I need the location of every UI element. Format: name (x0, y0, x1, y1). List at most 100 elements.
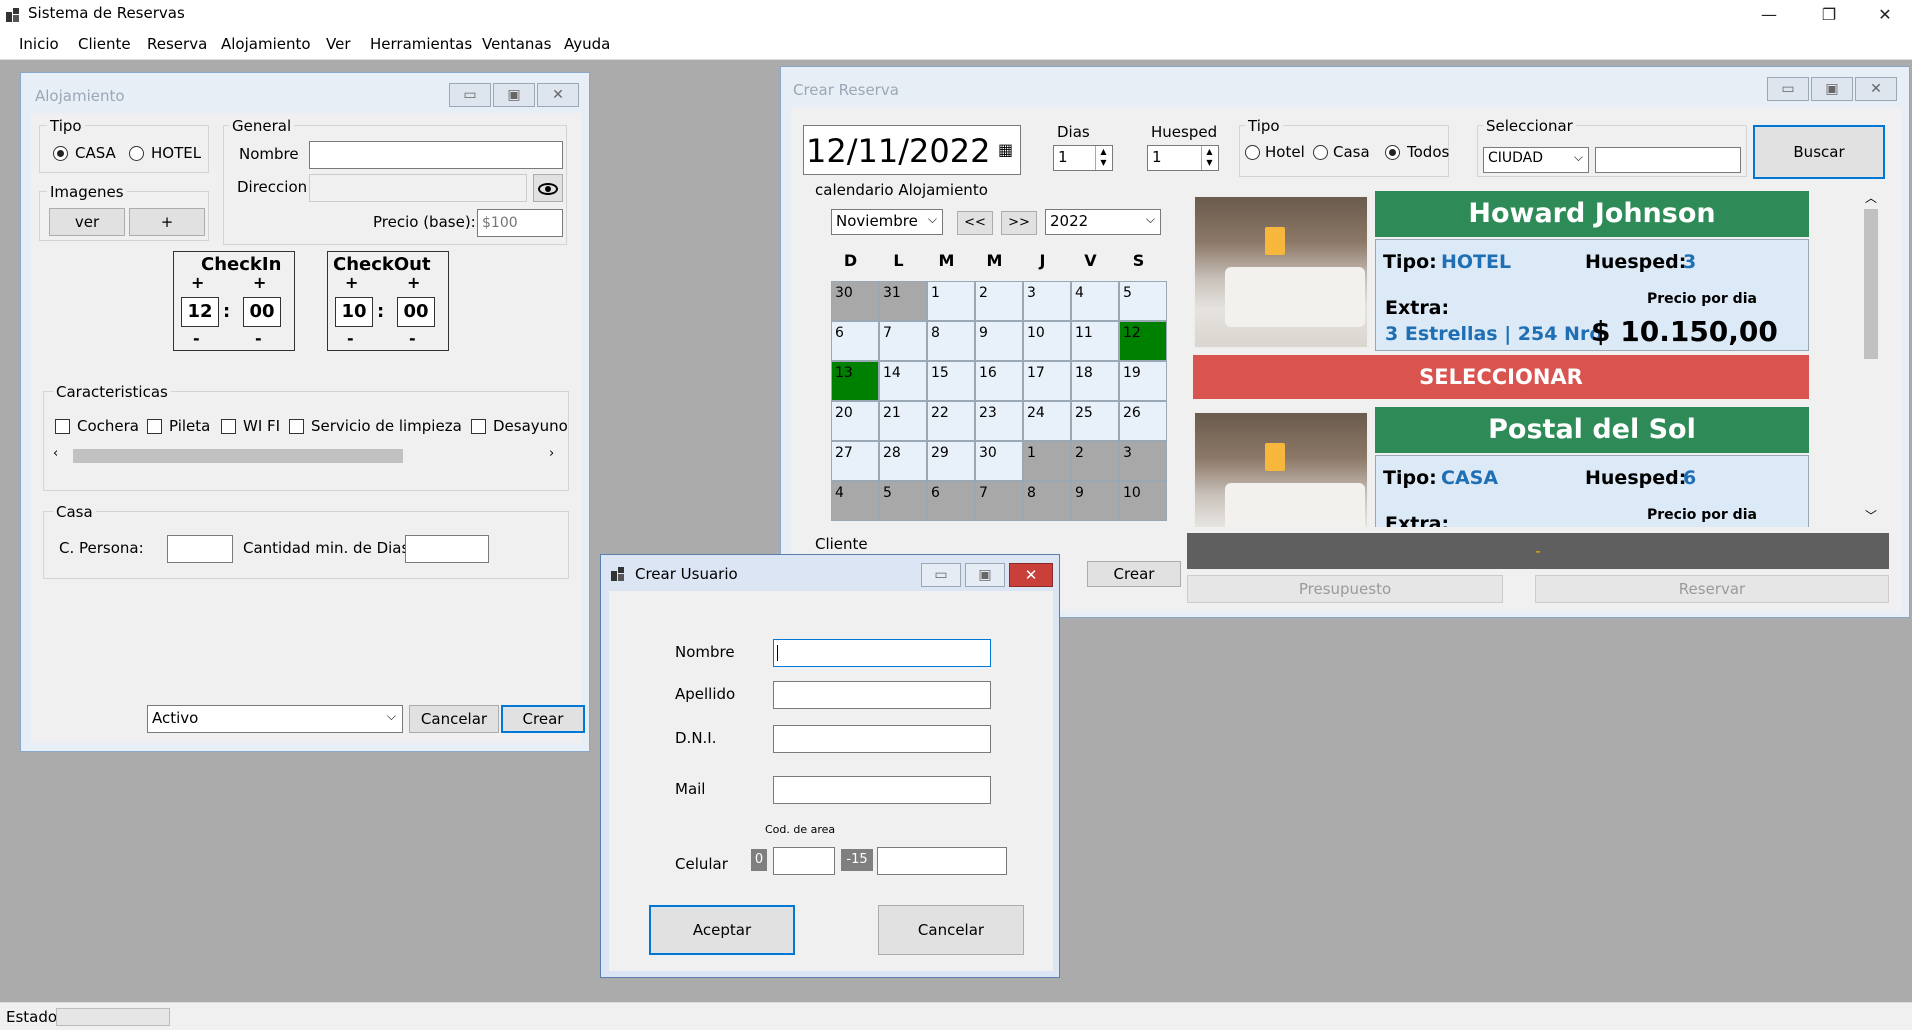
calendar-day[interactable]: 13 (831, 361, 879, 401)
calendar-day[interactable]: 23 (975, 401, 1023, 441)
menu-ventanas[interactable]: Ventanas (482, 35, 551, 53)
desayuno-checkbox[interactable] (471, 419, 486, 434)
calendar-day[interactable]: 2 (975, 281, 1023, 321)
calendar-day[interactable]: 2 (1071, 441, 1119, 481)
next-month-button[interactable]: >> (1001, 211, 1037, 235)
nombre-input[interactable] (773, 639, 991, 667)
calendar-day[interactable]: 15 (927, 361, 975, 401)
calendar-day[interactable]: 5 (879, 481, 927, 521)
reservar-button[interactable]: Reservar (1535, 575, 1889, 603)
calendar-day[interactable]: 5 (1119, 281, 1167, 321)
c-persona-input[interactable] (167, 535, 233, 563)
celular-input[interactable] (877, 847, 1007, 875)
minimize-button[interactable]: — (1746, 0, 1792, 30)
minimize-button[interactable]: ▭ (921, 563, 961, 587)
fecha-picker[interactable]: 12/11/2022 ▦ (803, 125, 1021, 175)
calendar-day[interactable]: 4 (831, 481, 879, 521)
calendar-day[interactable]: 30 (975, 441, 1023, 481)
calendar-day[interactable]: 30 (831, 281, 879, 321)
calendar-day[interactable]: 21 (879, 401, 927, 441)
cochera-checkbox[interactable] (55, 419, 70, 434)
calendar-day[interactable]: 22 (927, 401, 975, 441)
presupuesto-button[interactable]: Presupuesto (1187, 575, 1503, 603)
calendar-day[interactable]: 17 (1023, 361, 1071, 401)
checkin-hour-down[interactable]: - (193, 329, 200, 348)
close-button[interactable]: ✕ (1862, 0, 1908, 30)
radio-hotel[interactable] (129, 146, 144, 161)
mail-input[interactable] (773, 776, 991, 804)
scroll-up-icon[interactable]: ︿ (1865, 189, 1877, 206)
calendar-day[interactable]: 25 (1071, 401, 1119, 441)
radio-todos[interactable] (1385, 145, 1400, 160)
seleccionar-input[interactable] (1595, 147, 1741, 173)
calendar-day[interactable]: 28 (879, 441, 927, 481)
spinner-arrows-icon[interactable]: ▲ ▼ (1201, 146, 1217, 170)
checkin-min-up[interactable]: + (253, 273, 266, 292)
precio-input[interactable] (477, 209, 563, 237)
results-scrollbar[interactable]: ︿ ﹀ (1861, 187, 1881, 527)
calendar-day[interactable]: 19 (1119, 361, 1167, 401)
eye-button[interactable] (533, 174, 563, 202)
scroll-thumb[interactable] (1864, 209, 1878, 359)
checkout-min[interactable]: 00 (397, 297, 435, 327)
calendar-day[interactable]: 3 (1023, 281, 1071, 321)
checkout-min-up[interactable]: + (407, 273, 420, 292)
seleccionar-button[interactable]: SELECCIONAR (1193, 355, 1809, 399)
estado-select[interactable]: Activo ⌵ (147, 705, 403, 733)
pileta-checkbox[interactable] (147, 419, 162, 434)
calendar-day[interactable]: 7 (879, 321, 927, 361)
calendar-day[interactable]: 11 (1071, 321, 1119, 361)
calendar-day[interactable]: 8 (1023, 481, 1071, 521)
cancelar-button[interactable]: Cancelar (878, 905, 1024, 955)
calendar-day[interactable]: 27 (831, 441, 879, 481)
checkout-hour[interactable]: 10 (335, 297, 373, 327)
calendar-day[interactable]: 12 (1119, 321, 1167, 361)
menu-cliente[interactable]: Cliente (78, 35, 131, 53)
minimize-button[interactable]: ▭ (449, 83, 491, 107)
wifi-checkbox[interactable] (221, 419, 236, 434)
cod-area-input[interactable] (773, 847, 835, 875)
seleccionar-select[interactable]: CIUDAD ⌵ (1483, 147, 1589, 173)
scroll-right-icon[interactable]: › (549, 446, 554, 461)
scroll-thumb[interactable] (73, 449, 403, 463)
ver-imagenes-button[interactable]: ver (49, 208, 125, 236)
calendar-day[interactable]: 26 (1119, 401, 1167, 441)
calendar-day[interactable]: 6 (831, 321, 879, 361)
apellido-input[interactable] (773, 681, 991, 709)
calendar-day[interactable]: 18 (1071, 361, 1119, 401)
checkout-hour-up[interactable]: + (345, 273, 358, 292)
restore-button[interactable]: ❐ (1806, 0, 1852, 30)
calendar-day[interactable]: 20 (831, 401, 879, 441)
radio-casa[interactable] (53, 146, 68, 161)
checkout-min-down[interactable]: - (409, 329, 416, 348)
calendar-day[interactable]: 24 (1023, 401, 1071, 441)
calendar-day[interactable]: 1 (927, 281, 975, 321)
month-select[interactable]: Noviembre ⌵ (831, 209, 943, 235)
prev-month-button[interactable]: << (957, 211, 993, 235)
cliente-crear-button[interactable]: Crear (1087, 561, 1181, 587)
maximize-button[interactable]: ▣ (493, 83, 535, 107)
limpieza-checkbox[interactable] (289, 419, 304, 434)
checkin-min[interactable]: 00 (243, 297, 281, 327)
calendar-day[interactable]: 31 (879, 281, 927, 321)
checkin-hour[interactable]: 12 (181, 297, 219, 327)
scroll-left-icon[interactable]: ‹ (53, 446, 58, 461)
dni-input[interactable] (773, 725, 991, 753)
menu-ayuda[interactable]: Ayuda (564, 35, 610, 53)
calendar-day[interactable]: 14 (879, 361, 927, 401)
direccion-input[interactable] (309, 174, 527, 202)
calendar-day[interactable]: 4 (1071, 281, 1119, 321)
menu-ver[interactable]: Ver (326, 35, 351, 53)
calendar-day[interactable]: 6 (927, 481, 975, 521)
calendar-day[interactable]: 8 (927, 321, 975, 361)
add-imagen-button[interactable]: + (129, 208, 205, 236)
calendar-day[interactable]: 9 (975, 321, 1023, 361)
scroll-down-icon[interactable]: ﹀ (1865, 507, 1877, 524)
radio-casa[interactable] (1313, 145, 1328, 160)
close-button[interactable]: ✕ (537, 83, 579, 107)
caracteristicas-scrollbar[interactable]: ‹ › (53, 446, 559, 466)
calendar-day[interactable]: 10 (1023, 321, 1071, 361)
huesped-spinner[interactable]: 1 ▲ ▼ (1147, 145, 1219, 171)
calendar-day[interactable]: 29 (927, 441, 975, 481)
calendar-day[interactable]: 3 (1119, 441, 1167, 481)
